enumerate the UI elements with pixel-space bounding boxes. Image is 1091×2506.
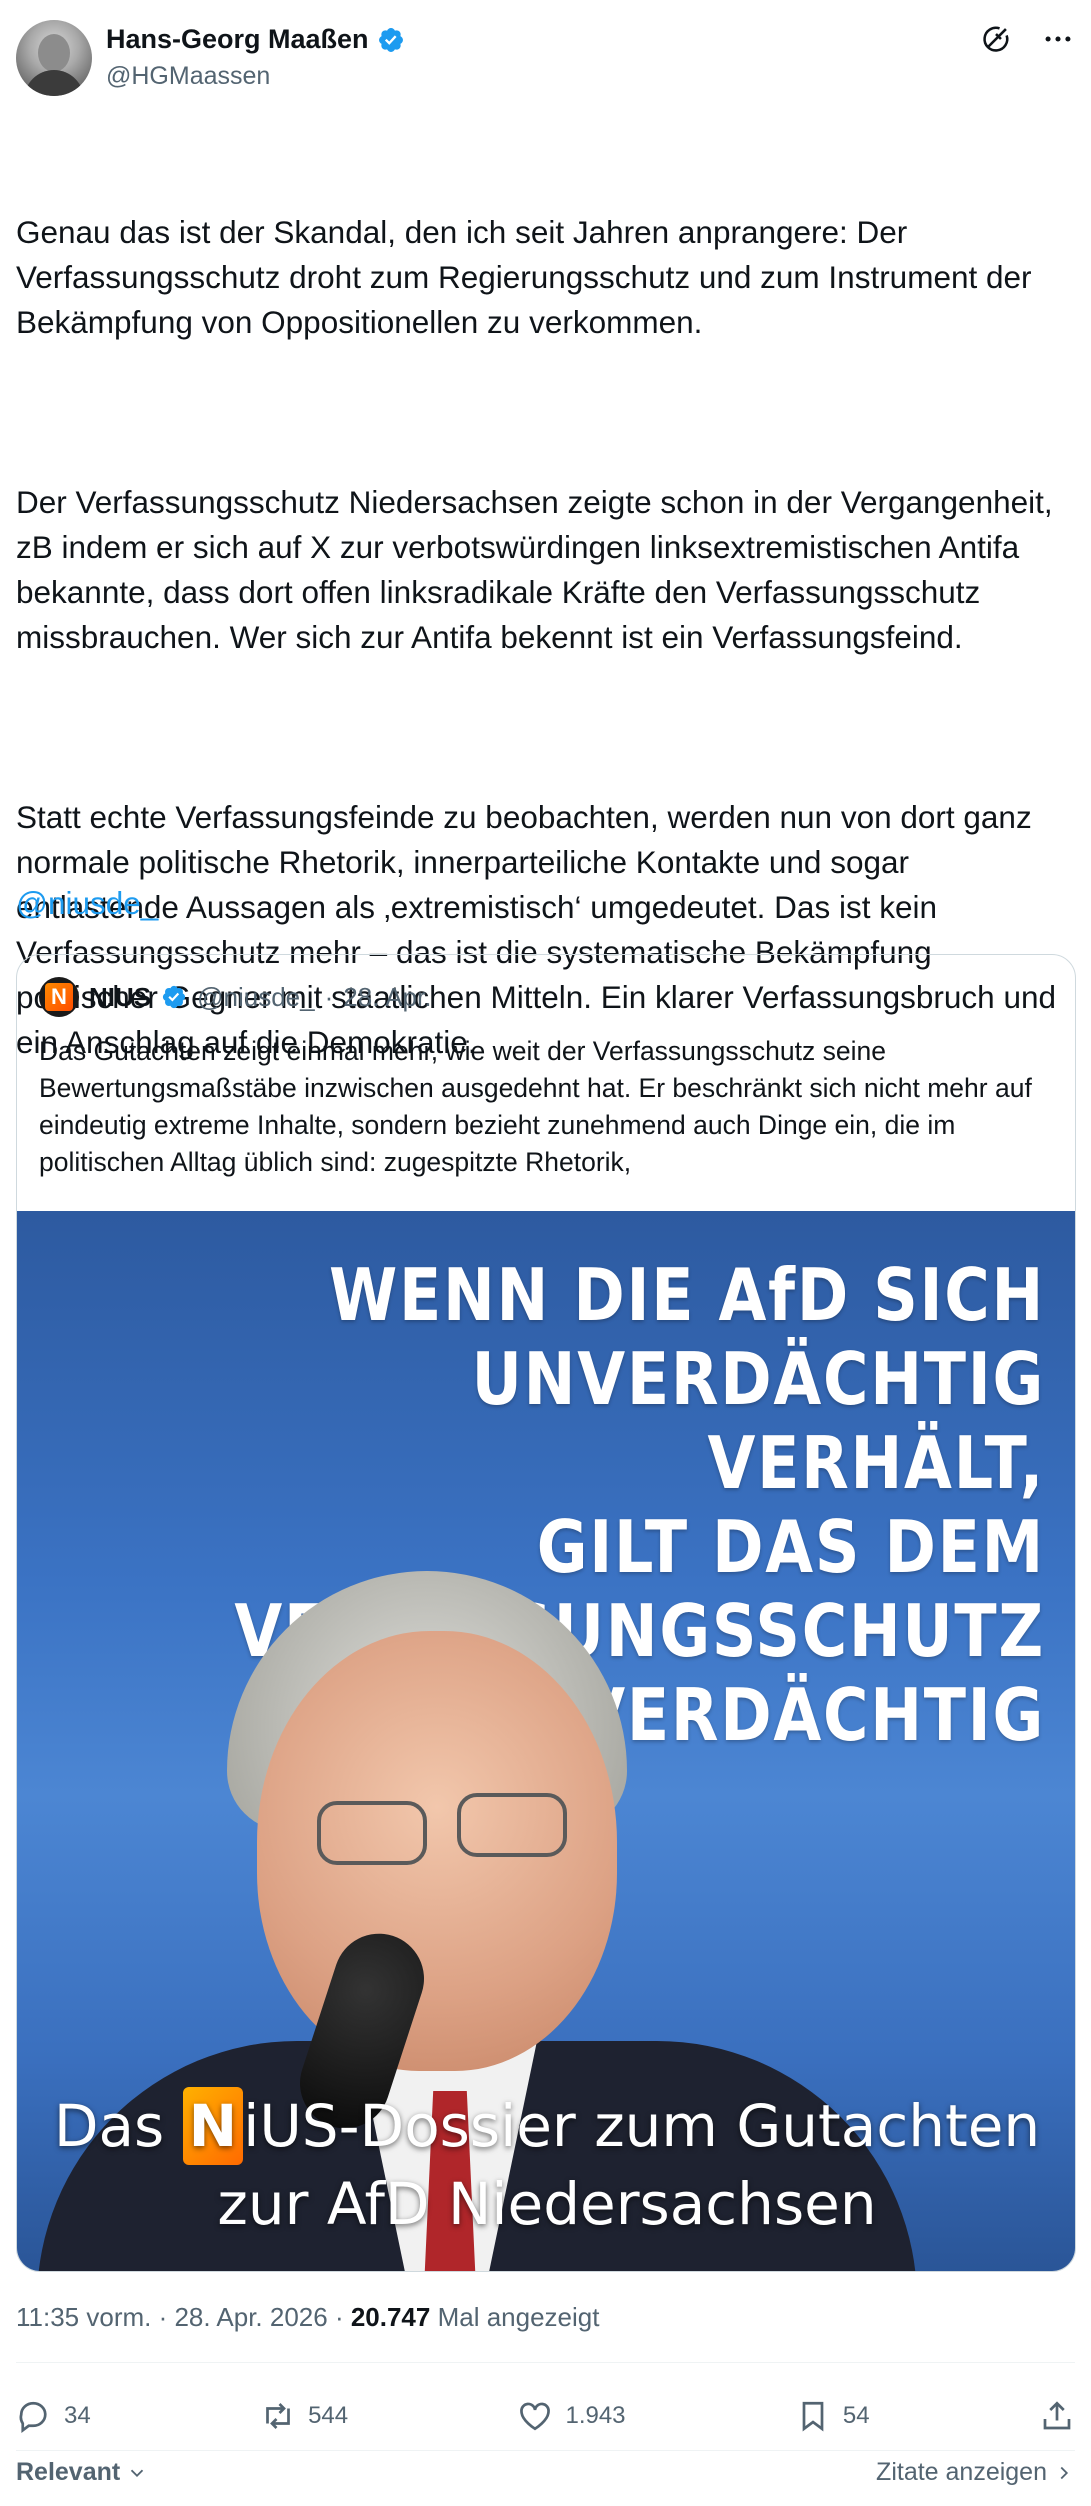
verified-badge-icon [163,985,186,1009]
author-name-row[interactable]: Hans-Georg Maaßen [106,24,405,55]
share-icon [1043,2401,1071,2430]
quoted-tweet-card[interactable]: N NIUS @niusde_ · 28. Apr. Das Gutachten… [16,954,1076,2272]
tweet-meta: 11:35 vorm. · 28. Apr. 2026 · 20.747 Mal… [16,2302,599,2333]
show-quotes-label: Zitate anzeigen [876,2458,1047,2486]
chevron-right-icon [1060,2466,1069,2479]
headline-line: UNVERDÄCHTIG VERHÄLT, [471,1337,1045,1505]
mention-link[interactable]: @niusde_ [16,885,158,922]
tweet-paragraph: Genau das ist der Skandal, den ich seit … [16,214,1041,340]
author-avatar[interactable] [16,20,92,96]
reply-count: 34 [64,2402,91,2429]
like-icon [520,2402,551,2431]
verified-badge-icon [378,27,403,52]
nius-badge: N [182,2087,244,2165]
tweet-footer: Relevant Zitate anzeigen [16,2458,1075,2487]
grok-icon[interactable] [979,22,1013,56]
tweet-header: Hans-Georg Maaßen @HGMaassen [16,20,1075,100]
quoted-author-name[interactable]: NIUS [89,982,151,1013]
repost-icon [266,2403,290,2429]
separator-dot: · [324,981,334,1012]
separator-dot: · [151,2302,175,2332]
bookmark-icon [802,2401,824,2432]
divider [16,2450,1075,2451]
banner-prefix: Das [53,2092,183,2160]
tweet-paragraph: Der Verfassungsschutz Niedersachsen zeig… [16,484,1062,655]
nius-avatar[interactable]: N [39,977,79,1017]
view-count: 20.747 [350,2302,431,2332]
repost-button[interactable]: 544 [260,2398,348,2434]
views-label: Mal angezeigt [430,2302,600,2332]
nius-logo-letter: N [45,983,73,1011]
more-icon[interactable] [1041,22,1075,56]
quoted-tweet-header: N NIUS @niusde_ · 28. Apr. [39,977,431,1017]
reply-icon [19,2401,47,2433]
repost-count: 544 [308,2402,349,2429]
bookmark-button[interactable]: 54 [795,2398,870,2434]
image-banner-text: Das NiUS-Dossier zum Gutachten zur AfD N… [17,2087,1075,2243]
show-quotes-link[interactable]: Zitate anzeigen [876,2458,1075,2487]
share-button[interactable] [1039,2398,1075,2434]
author-display-name[interactable]: Hans-Georg Maaßen [106,24,369,55]
banner-brand: iUS [243,2092,339,2160]
chevron-down-icon [131,2469,144,2477]
quoted-tweet-text: Das Gutachten zeigt einmal mehr, wie wei… [39,1036,1032,1177]
sort-label: Relevant [16,2458,121,2486]
author-handle[interactable]: @HGMaassen [106,62,270,91]
reply-button[interactable]: 34 [16,2398,91,2434]
separator-dot: · [327,2302,351,2332]
quoted-author-handle[interactable]: @niusde_ [197,982,314,1013]
sort-dropdown[interactable]: Relevant [16,2458,148,2487]
headline-line: WENN DIE AfD SICH [328,1253,1045,1337]
action-bar: 34 544 1.943 54 [16,2388,1075,2444]
tweet-time[interactable]: 11:35 vorm. [16,2302,151,2332]
like-count: 1.943 [565,2402,626,2429]
like-button[interactable]: 1.943 [517,2398,626,2434]
banner-line1-rest: -Dossier zum Gutachten [338,2092,1041,2160]
tweet-date[interactable]: 28. Apr. 2026 [174,2302,327,2332]
quoted-tweet-date[interactable]: 28. Apr. [343,982,431,1013]
bookmark-count: 54 [842,2402,870,2429]
banner-line2: zur AfD Niedersachsen [217,2170,877,2238]
quoted-tweet-image[interactable]: WENN DIE AfD SICH UNVERDÄCHTIG VERHÄLT, … [17,1211,1075,2271]
divider [16,2362,1075,2363]
